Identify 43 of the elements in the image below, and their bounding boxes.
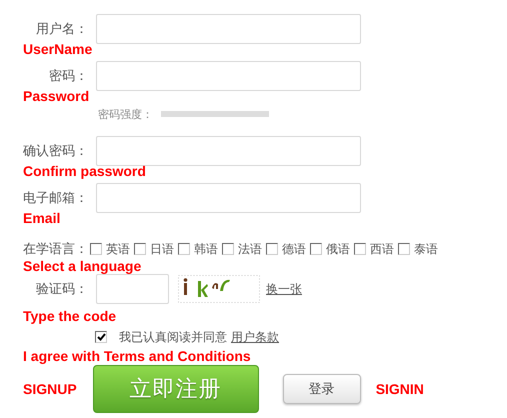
field-label: 确认密码： — [22, 143, 89, 160]
refresh-link[interactable]: 换一张 — [266, 280, 302, 298]
option-label: 日语 — [150, 240, 174, 258]
field-label: 密码： — [48, 68, 89, 85]
input-field[interactable] — [96, 136, 361, 166]
annotation: SIGNIN — [376, 381, 424, 397]
checkbox[interactable] — [354, 243, 366, 255]
checkbox[interactable] — [222, 243, 234, 255]
option-label: 泰语 — [414, 240, 438, 258]
annotation: Type the code — [22, 308, 118, 326]
field-label: 用户名： — [35, 21, 89, 38]
annotation: Email — [22, 210, 62, 228]
option-label: 俄语 — [326, 240, 350, 258]
checkbox[interactable] — [398, 243, 410, 255]
field-label: 电子邮箱： — [22, 190, 89, 207]
checkbox[interactable] — [95, 331, 107, 343]
check-icon — [96, 333, 106, 341]
strength-label: 密码强度： — [98, 106, 153, 122]
terms-link[interactable]: 用户条款 — [231, 328, 279, 346]
input-field[interactable] — [96, 14, 361, 44]
option-label: 法语 — [238, 240, 262, 258]
field-label: 在学语言： — [23, 241, 88, 258]
option-label: 西语 — [370, 240, 394, 258]
input-field[interactable] — [96, 183, 361, 213]
annotation: SIGNUP — [23, 381, 77, 397]
login-button[interactable]: 登录 — [282, 374, 361, 404]
annotation: Password — [22, 88, 90, 102]
option-label: 德语 — [282, 240, 306, 258]
annotation: UserName — [22, 41, 94, 59]
checkbox[interactable] — [310, 243, 322, 255]
input-field[interactable] — [96, 61, 361, 91]
annotation: I agree with Terms and Conditions — [22, 348, 252, 364]
option-label: 英语 — [106, 240, 130, 258]
checkbox[interactable] — [266, 243, 278, 255]
checkbox[interactable] — [90, 243, 102, 255]
field-label: 验证码： — [35, 281, 89, 298]
annotation: Select a language — [22, 258, 142, 274]
agreement-text: 我已认真阅读并同意 — [119, 328, 227, 346]
input-field[interactable] — [96, 274, 169, 304]
checkbox[interactable] — [134, 243, 146, 255]
annotation: Confirm password — [22, 163, 147, 181]
option-label: 韩语 — [194, 240, 218, 258]
checkbox[interactable] — [178, 243, 190, 255]
